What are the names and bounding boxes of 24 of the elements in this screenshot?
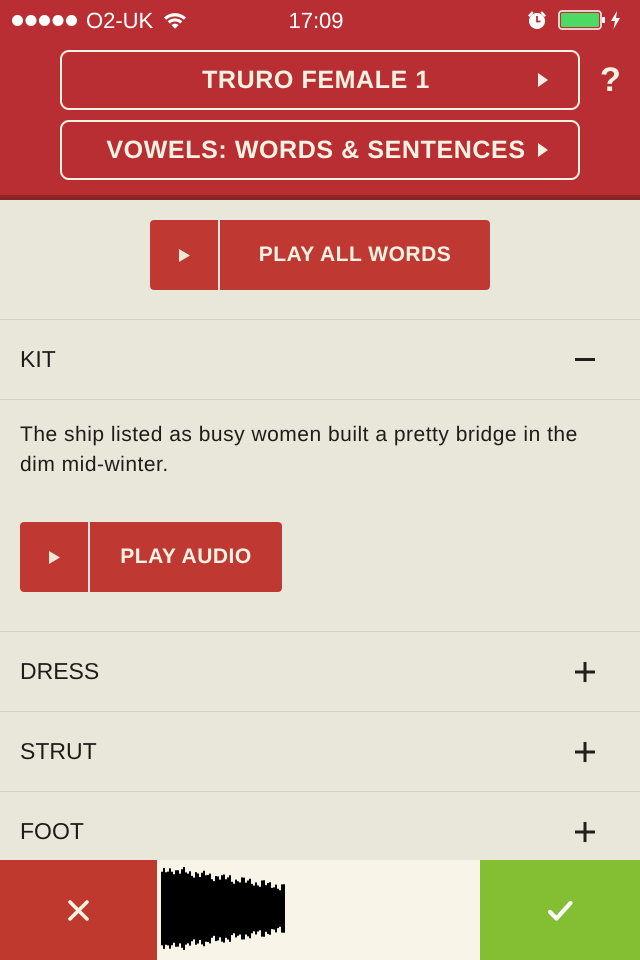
play-icon xyxy=(48,550,60,564)
wifi-icon xyxy=(163,11,188,29)
section-title[interactable]: FOOT xyxy=(20,814,84,849)
section-title[interactable]: KIT xyxy=(20,342,56,377)
battery-icon xyxy=(558,10,605,30)
caret-icon xyxy=(538,73,548,87)
play-icon xyxy=(178,248,190,262)
play-all-button[interactable]: PLAY ALL WORDS xyxy=(150,220,490,290)
selector-button[interactable]: VOWELS: WORDS & SENTENCES xyxy=(60,120,580,180)
section-title[interactable]: DRESS xyxy=(20,654,100,689)
help-button[interactable]: ? xyxy=(598,63,623,97)
carrier-name: O2-UK xyxy=(86,6,154,34)
plus-icon[interactable] xyxy=(575,742,595,762)
close-icon xyxy=(68,900,89,920)
plus-icon[interactable] xyxy=(575,662,595,682)
signal-icon xyxy=(12,14,78,26)
selector-button[interactable]: TRURO FEMALE 1 xyxy=(60,50,580,110)
plus-icon[interactable] xyxy=(575,822,595,842)
section-text: The ship listed as busy women built a pretty bridge in the dim mid-winter. xyxy=(20,422,579,478)
caret-icon xyxy=(538,143,548,157)
check-icon xyxy=(547,900,573,920)
clock-time: 17:09 xyxy=(288,6,344,34)
play-audio-button[interactable]: PLAY AUDIO xyxy=(20,522,282,592)
section-title[interactable]: STRUT xyxy=(20,734,97,769)
